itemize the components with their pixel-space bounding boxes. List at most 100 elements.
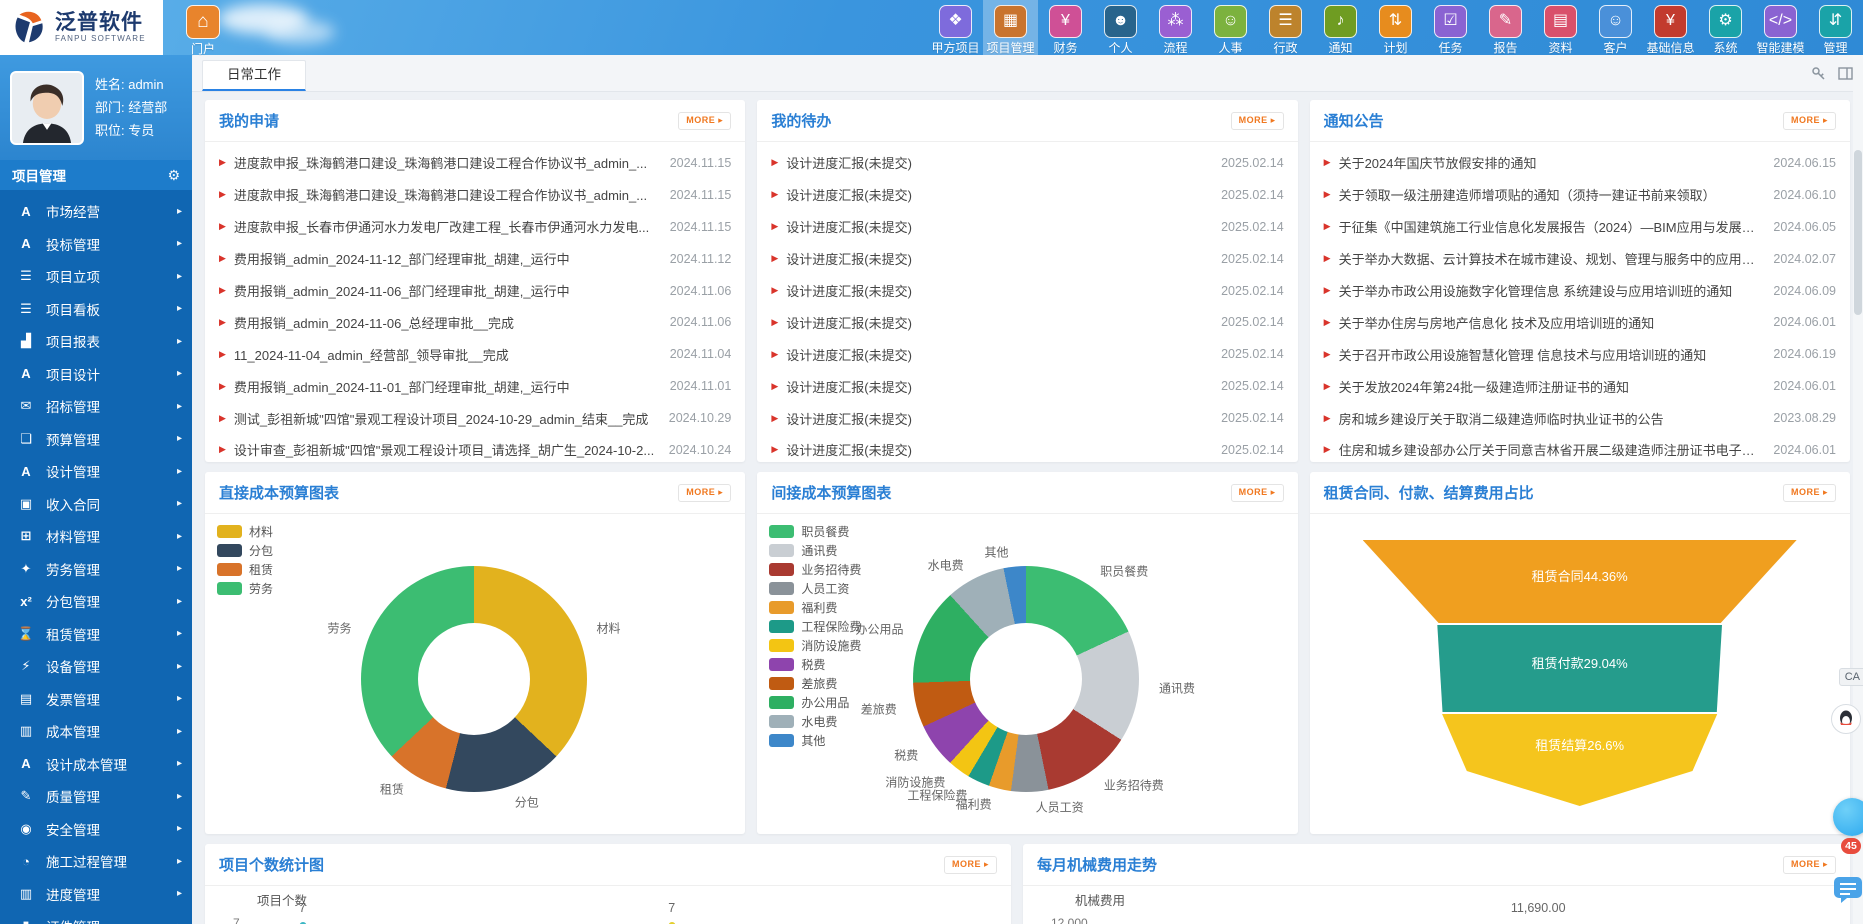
more-button[interactable]: MORE ▸	[944, 856, 997, 874]
scrollbar-thumb[interactable]	[1854, 150, 1862, 315]
sidebar-item[interactable]: A 投标管理 ▸	[0, 228, 192, 261]
nav-item[interactable]: ❖ 甲方项目	[928, 0, 983, 55]
sidebar-item[interactable]: A 市场经营 ▸	[0, 195, 192, 228]
nav-item[interactable]: ⚙ 系统	[1698, 0, 1753, 55]
nav-item-portal[interactable]: ⌂ 门户	[176, 5, 230, 57]
sidebar-item[interactable]: ▥ 进度管理 ▸	[0, 878, 192, 911]
legend-item[interactable]: 通讯费	[769, 541, 861, 560]
nav-item[interactable]: ⇅ 计划	[1368, 0, 1423, 55]
sidebar-item[interactable]: A 设计成本管理 ▸	[0, 748, 192, 781]
nav-item[interactable]: ☻ 个人	[1093, 0, 1148, 55]
legend-item[interactable]: 劳务	[217, 579, 273, 598]
funnel-segment[interactable]: 租赁付款29.04%	[1363, 625, 1797, 712]
assistant-button[interactable]	[1833, 798, 1863, 836]
nav-item[interactable]: </> 智能建模	[1753, 0, 1808, 55]
nav-item[interactable]: ⇵ 管理	[1808, 0, 1863, 55]
list-item-link[interactable]: 于征集《中国建筑施工行业信息化发展报告（2024）—BIM应用与发展》材料...	[1339, 217, 1760, 236]
list-item-link[interactable]: 进度款申报_长春市伊通河水力发电厂改建工程_长春市伊通河水力发电...	[234, 217, 656, 236]
list-item-link[interactable]: 设计进度汇报(未提交)	[786, 153, 1207, 172]
list-item-link[interactable]: 设计进度汇报(未提交)	[786, 377, 1207, 396]
list-item-link[interactable]: 测试_彭祖新城"四馆"景观工程设计项目_2024-10-29_admin_结束_…	[234, 409, 655, 428]
list-item-link[interactable]: 设计进度汇报(未提交)	[786, 249, 1207, 268]
list-item-link[interactable]: 设计进度汇报(未提交)	[786, 313, 1207, 332]
sidebar-item[interactable]: ⌛ 租赁管理 ▸	[0, 618, 192, 651]
legend-item[interactable]: 工程保险费	[769, 617, 861, 636]
sidebar-item[interactable]: ☰ 项目看板 ▸	[0, 293, 192, 326]
list-item-link[interactable]: 关于举办大数据、云计算技术在城市建设、规划、管理与服务中的应用培训班...	[1339, 249, 1760, 268]
nav-item[interactable]: ☰ 行政	[1258, 0, 1313, 55]
legend-item[interactable]: 职员餐费	[769, 522, 861, 541]
more-button[interactable]: MORE ▸	[678, 112, 731, 130]
legend-item[interactable]: 差旅费	[769, 674, 861, 693]
nav-item[interactable]: ▦ 项目管理	[983, 0, 1038, 55]
legend-item[interactable]: 分包	[217, 541, 273, 560]
more-button[interactable]: MORE ▸	[1783, 112, 1836, 130]
list-item-link[interactable]: 设计审查_彭祖新城"四馆"景观工程设计项目_请选择_胡广生_2024-10-2.…	[234, 440, 655, 459]
legend-item[interactable]: 其他	[769, 731, 861, 750]
key-icon[interactable]	[1811, 66, 1826, 81]
gear-icon[interactable]: ⚙	[167, 167, 180, 184]
legend-item[interactable]: 水电费	[769, 712, 861, 731]
nav-item[interactable]: ⁂ 流程	[1148, 0, 1203, 55]
list-item-link[interactable]: 进度款申报_珠海鹤港口建设_珠海鹤港口建设工程合作协议书_admin_...	[234, 153, 656, 172]
layout-toggle-icon[interactable]	[1838, 66, 1853, 81]
sidebar-item[interactable]: A 设计管理 ▸	[0, 455, 192, 488]
sidebar-item[interactable]: ✦ 劳务管理 ▸	[0, 553, 192, 586]
list-item-link[interactable]: 费用报销_admin_2024-11-01_部门经理审批_胡建,_运行中	[234, 377, 656, 396]
list-item-link[interactable]: 11_2024-11-04_admin_经营部_领导审批__完成	[234, 345, 656, 364]
legend-item[interactable]: 租赁	[217, 560, 273, 579]
sidebar-item[interactable]: ◉ 安全管理 ▸	[0, 813, 192, 846]
list-item-link[interactable]: 进度款申报_珠海鹤港口建设_珠海鹤港口建设工程合作协议书_admin_...	[234, 185, 656, 204]
list-item-link[interactable]: 费用报销_admin_2024-11-06_部门经理审批_胡建,_运行中	[234, 281, 656, 300]
legend-item[interactable]: 业务招待费	[769, 560, 861, 579]
list-item-link[interactable]: 关于发放2024年第24批一级建造师注册证书的通知	[1339, 377, 1760, 396]
list-item-link[interactable]: 房和城乡建设厅关于取消二级建造师临时执业证书的公告	[1339, 409, 1760, 428]
sidebar-header[interactable]: 项目管理 ⚙	[0, 160, 192, 190]
chat-icon[interactable]	[1833, 876, 1863, 909]
legend-item[interactable]: 福利费	[769, 598, 861, 617]
nav-item[interactable]: ☺ 客户	[1588, 0, 1643, 55]
list-item-link[interactable]: 设计进度汇报(未提交)	[786, 345, 1207, 364]
sidebar-item[interactable]: ☰ 项目立项 ▸	[0, 260, 192, 293]
nav-item[interactable]: ¥ 财务	[1038, 0, 1093, 55]
funnel-segment[interactable]: 租赁合同44.36%	[1363, 540, 1797, 623]
ca-shortcut[interactable]: CA	[1839, 668, 1863, 686]
list-item-link[interactable]: 设计进度汇报(未提交)	[786, 409, 1207, 428]
customer-service-icon[interactable]	[1831, 704, 1861, 734]
sidebar-item[interactable]: ✎ 质量管理 ▸	[0, 780, 192, 813]
more-button[interactable]: MORE ▸	[1231, 484, 1284, 502]
list-item-link[interactable]: 住房和城乡建设部办公厅关于同意吉林省开展二级建造师注册证书电子化试点...	[1339, 440, 1760, 459]
legend-item[interactable]: 材料	[217, 522, 273, 541]
sidebar-item[interactable]: ✉ 招标管理 ▸	[0, 390, 192, 423]
list-item-link[interactable]: 关于召开市政公用设施智慧化管理 信息技术与应用培训班的通知	[1339, 345, 1760, 364]
list-item-link[interactable]: 设计进度汇报(未提交)	[786, 217, 1207, 236]
legend-item[interactable]: 消防设施费	[769, 636, 861, 655]
sidebar-item[interactable]: ❏ 预算管理 ▸	[0, 423, 192, 456]
sidebar-item[interactable]: x² 分包管理 ▸	[0, 585, 192, 618]
list-item-link[interactable]: 设计进度汇报(未提交)	[786, 185, 1207, 204]
more-button[interactable]: MORE ▸	[1783, 484, 1836, 502]
nav-item[interactable]: ¥ 基础信息	[1643, 0, 1698, 55]
funnel-segment[interactable]: 租赁结算26.6%	[1363, 714, 1797, 806]
avatar[interactable]	[10, 71, 84, 145]
list-item-link[interactable]: 设计进度汇报(未提交)	[786, 281, 1207, 300]
more-button[interactable]: MORE ▸	[1231, 112, 1284, 130]
nav-item[interactable]: ✎ 报告	[1478, 0, 1533, 55]
nav-item[interactable]: ♪ 通知	[1313, 0, 1368, 55]
more-button[interactable]: MORE ▸	[1783, 856, 1836, 874]
nav-item[interactable]: ▤ 资料	[1533, 0, 1588, 55]
sidebar-item[interactable]: ▟ 项目报表 ▸	[0, 325, 192, 358]
legend-item[interactable]: 办公用品	[769, 693, 861, 712]
sidebar-item[interactable]: ▣ 收入合同 ▸	[0, 488, 192, 521]
more-button[interactable]: MORE ▸	[678, 484, 731, 502]
sidebar-item[interactable]: ⊞ 材料管理 ▸	[0, 520, 192, 553]
list-item-link[interactable]: 关于2024年国庆节放假安排的通知	[1339, 153, 1760, 172]
sidebar-item[interactable]: ▥ 成本管理 ▸	[0, 715, 192, 748]
nav-item[interactable]: ☑ 任务	[1423, 0, 1478, 55]
list-item-link[interactable]: 关于举办住房与房地产信息化 技术及应用培训班的通知	[1339, 313, 1760, 332]
list-item-link[interactable]: 费用报销_admin_2024-11-12_部门经理审批_胡建,_运行中	[234, 249, 656, 268]
list-item-link[interactable]: 费用报销_admin_2024-11-06_总经理审批__完成	[234, 313, 656, 332]
sidebar-item[interactable]: ⚡ 设备管理 ▸	[0, 650, 192, 683]
sidebar-item[interactable]: ◔ 施工过程管理 ▸	[0, 845, 192, 878]
tab-daily-work[interactable]: 日常工作	[202, 60, 306, 91]
